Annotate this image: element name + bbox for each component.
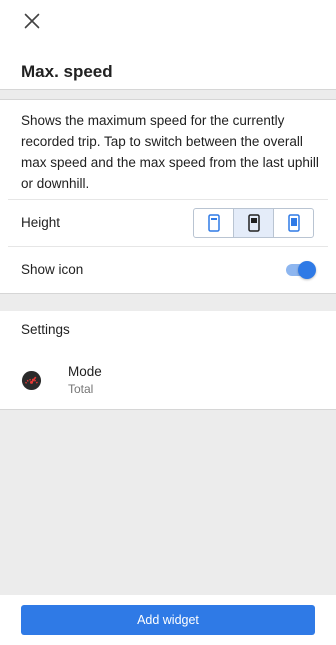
section-separator [0,293,336,311]
page-title: Max. speed [21,62,113,81]
section-separator [0,89,336,100]
height-option-large[interactable] [274,209,313,237]
settings-item-mode[interactable]: Mode Total [0,355,336,405]
height-selector [193,208,314,238]
close-button[interactable] [18,7,46,35]
height-option-small[interactable] [194,209,234,237]
show-icon-toggle[interactable] [284,261,316,279]
divider [8,199,328,200]
close-icon [24,13,40,29]
widget-size-large-icon [287,214,300,232]
toggle-thumb [298,261,316,279]
footer: Add widget [0,595,336,645]
widget-size-medium-icon [247,214,260,232]
settings-item-value: Total [68,382,94,396]
speedometer-icon [21,370,42,391]
divider [8,246,328,247]
height-label: Height [21,215,61,230]
settings-item-title: Mode [68,364,102,379]
top-bar [0,0,336,42]
widget-settings-screen: Max. speed Shows the maximum speed for t… [0,0,336,645]
height-option-medium[interactable] [234,209,274,237]
settings-section-header: Settings [21,322,70,337]
empty-area [0,409,336,595]
add-widget-button[interactable]: Add widget [21,605,315,635]
widget-size-small-icon [207,214,220,232]
show-icon-label: Show icon [21,262,84,277]
widget-description: Shows the maximum speed for the currentl… [21,113,319,191]
